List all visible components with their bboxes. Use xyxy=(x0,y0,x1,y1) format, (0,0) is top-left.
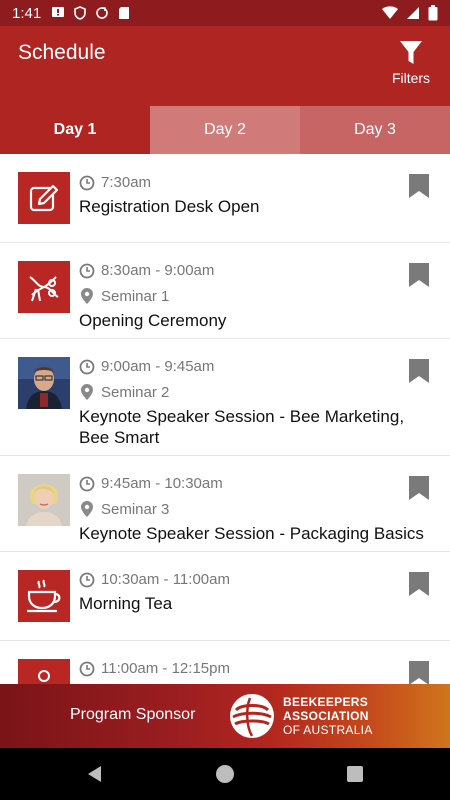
bookmark-icon[interactable] xyxy=(408,262,430,288)
sponsor-org-line3: OF AUSTRALIA xyxy=(283,723,373,737)
clock-icon xyxy=(79,476,95,491)
bookmark-icon[interactable] xyxy=(408,475,430,501)
location-pin-icon xyxy=(81,501,93,517)
session-time-row: 11:00am - 12:15pm xyxy=(79,660,230,677)
speaker-photo xyxy=(18,474,70,526)
session-location-row: Seminar 3 xyxy=(79,500,169,518)
filters-button[interactable]: Filters xyxy=(389,40,433,86)
presenter-icon xyxy=(18,659,70,684)
list-item[interactable]: 8:30am - 9:00am Seminar 1 Opening Ceremo… xyxy=(0,243,450,339)
ribbon-scissors-icon xyxy=(18,261,70,313)
sponsor-banner[interactable]: Program Sponsor BEEKEEPERS ASSOCIATION O… xyxy=(0,684,450,748)
list-item[interactable]: 11:00am - 12:15pm xyxy=(0,641,450,684)
session-time-row: 9:00am - 9:45am xyxy=(79,358,214,375)
bookmark-icon[interactable] xyxy=(408,571,430,597)
filter-icon xyxy=(400,41,422,64)
session-title: Opening Ceremony xyxy=(79,311,227,330)
session-time: 8:30am - 9:00am xyxy=(101,262,215,279)
list-item[interactable]: 9:00am - 9:45am Seminar 2 Keynote Speake… xyxy=(0,339,450,456)
tea-cup-icon xyxy=(18,570,70,622)
bookmark-icon[interactable] xyxy=(408,660,430,684)
session-time-row: 8:30am - 9:00am xyxy=(79,262,214,279)
session-title: Morning Tea xyxy=(79,594,173,613)
home-icon[interactable] xyxy=(215,764,235,784)
message-icon xyxy=(52,7,65,17)
sponsor-label: Program Sponsor xyxy=(70,706,196,723)
session-location: Seminar 2 xyxy=(101,383,170,401)
clock-icon xyxy=(79,175,95,190)
session-time: 9:45am - 10:30am xyxy=(101,475,223,492)
sd-card-icon xyxy=(119,7,130,19)
session-time-row: 7:30am xyxy=(79,174,151,191)
bookmark-icon[interactable] xyxy=(408,173,430,199)
shield-icon xyxy=(74,6,87,20)
clock-icon xyxy=(79,263,95,278)
status-bar: 1:41 xyxy=(0,0,450,26)
session-title: Keynote Speaker Session - Bee Marketing,… xyxy=(79,407,405,447)
session-location-row: Seminar 1 xyxy=(79,287,169,305)
sponsor-org-line2: ASSOCIATION xyxy=(283,709,369,723)
location-pin-icon xyxy=(81,384,93,400)
system-nav-bar xyxy=(0,748,450,800)
session-time: 9:00am - 9:45am xyxy=(101,358,215,375)
wifi-icon xyxy=(382,6,398,19)
pencil-edit-icon xyxy=(18,172,70,224)
tab-day-2[interactable]: Day 2 xyxy=(150,106,300,154)
day-tabs: Day 1 Day 2 Day 3 xyxy=(0,106,450,154)
list-item[interactable]: 10:30am - 11:00am Morning Tea xyxy=(0,552,450,641)
session-title: Keynote Speaker Session - Packaging Basi… xyxy=(79,524,424,543)
back-icon[interactable] xyxy=(85,764,105,784)
clock-icon xyxy=(79,359,95,374)
tab-day-1[interactable]: Day 1 xyxy=(0,106,150,154)
session-time: 10:30am - 11:00am xyxy=(101,571,230,588)
recents-icon[interactable] xyxy=(345,764,365,784)
list-item[interactable]: 7:30am Registration Desk Open xyxy=(0,154,450,243)
sponsor-org-name: BEEKEEPERS ASSOCIATION OF AUSTRALIA xyxy=(283,695,373,737)
location-pin-icon xyxy=(81,288,93,304)
list-item[interactable]: 9:45am - 10:30am Seminar 3 Keynote Speak… xyxy=(0,456,450,552)
sync-icon xyxy=(96,7,109,19)
beekeepers-logo-icon xyxy=(230,694,274,738)
tab-day-3[interactable]: Day 3 xyxy=(300,106,450,154)
session-time: 11:00am - 12:15pm xyxy=(101,660,230,677)
bookmark-icon[interactable] xyxy=(408,358,430,384)
session-time-row: 10:30am - 11:00am xyxy=(79,571,230,588)
session-time-row: 9:45am - 10:30am xyxy=(79,475,223,492)
speaker-photo xyxy=(18,357,70,409)
signal-icon xyxy=(407,7,419,19)
page-title: Schedule xyxy=(18,41,106,64)
status-time: 1:41 xyxy=(12,4,42,22)
session-title: Registration Desk Open xyxy=(79,197,260,216)
battery-icon xyxy=(428,5,438,21)
session-time: 7:30am xyxy=(101,174,152,191)
session-list: 7:30am Registration Desk Open 8:30am - 9… xyxy=(0,154,450,684)
session-location-row: Seminar 2 xyxy=(79,383,169,401)
sponsor-org-line1: BEEKEEPERS xyxy=(283,695,369,709)
clock-icon xyxy=(79,572,95,587)
app-bar: Schedule Filters xyxy=(0,26,450,106)
filters-label: Filters xyxy=(391,70,431,86)
clock-icon xyxy=(79,661,95,676)
session-location: Seminar 3 xyxy=(101,500,170,518)
session-location: Seminar 1 xyxy=(101,287,170,305)
